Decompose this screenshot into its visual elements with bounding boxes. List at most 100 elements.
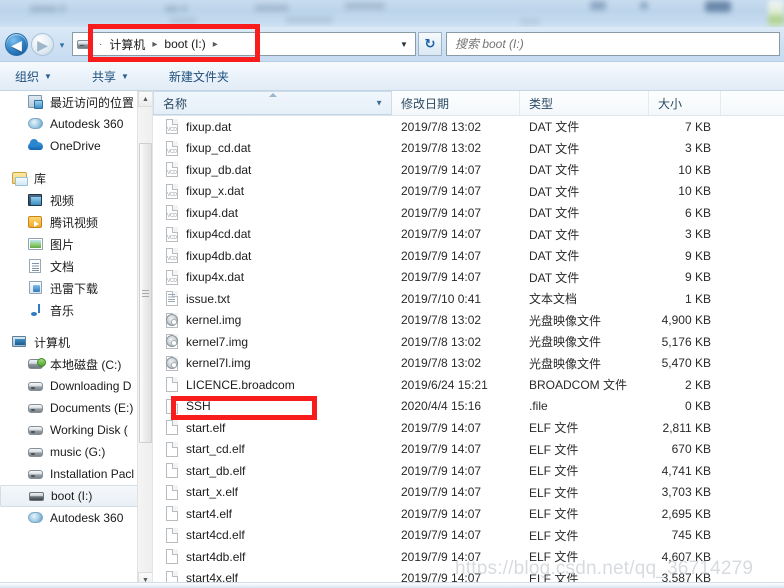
organize-button[interactable]: 组织 ▼ [6,65,61,87]
recent-pages-dropdown[interactable]: ▾ [56,39,68,51]
dat-file-icon: VCD [165,140,179,157]
file-size-cell: 10 KB [678,184,711,199]
sidebar-item-installation-pacl[interactable]: Installation Pacl [0,463,152,485]
file-name-cell: LICENCE.broadcom [153,376,392,393]
table-row[interactable]: kernel7l.img 2019/7/8 13:02 光盘映像文件 5,470 KB [153,353,784,375]
table-row[interactable]: VCD fixup4db.dat 2019/7/9 14:07 DAT 文件 9 KB [153,245,784,267]
search-input[interactable] [447,33,779,55]
file-name-label: issue.txt [186,291,231,306]
sidebar-item-boot-i[interactable]: boot (I:) [0,485,140,507]
sidebar-item-[interactable]: 视频 [0,189,152,211]
file-size-cell: 2,695 KB [661,506,711,521]
column-header-name[interactable]: 名称 ▼ [153,91,392,115]
generic-file-icon [165,398,179,415]
table-row[interactable]: start4cd.elf 2019/7/9 14:07 ELF 文件 745 KB [153,525,784,547]
file-name-cell: kernel7.img [153,333,392,350]
autodesk-cloud-icon [28,116,44,132]
generic-file-icon [165,441,179,458]
file-name-label: kernel7l.img [186,356,251,371]
sidebar-item-music-g[interactable]: music (G:) [0,441,152,463]
address-history-dropdown[interactable]: ▼ [393,33,415,55]
sidebar-item-[interactable]: 音乐 [0,299,152,321]
sidebar-item-[interactable]: 文档 [0,255,152,277]
column-header-row: 名称 ▼ 修改日期 类型 大小 [153,91,784,116]
table-row[interactable]: issue.txt 2019/7/10 0:41 文本文档 1 KB [153,288,784,310]
breadcrumb-sep-2[interactable]: ▸ [209,39,222,50]
file-name-cell: start_x.elf [153,484,392,501]
table-row[interactable]: VCD fixup_cd.dat 2019/7/8 13:02 DAT 文件 3 KB [153,138,784,160]
file-name-label: LICENCE.broadcom [186,377,295,392]
sidebar-item-onedrive[interactable]: OneDrive [0,135,152,157]
dat-file-icon: VCD [165,247,179,264]
sidebar-item-[interactable]: 库 [0,167,152,189]
table-row[interactable]: VCD fixup_x.dat 2019/7/9 14:07 DAT 文件 10 KB [153,181,784,203]
refresh-button[interactable]: ↻ [418,32,442,56]
sidebar-item-[interactable]: 图片 [0,233,152,255]
navigation-scrollbar[interactable]: ▲ ▼ [137,91,152,588]
table-row[interactable]: VCD fixup.dat 2019/7/8 13:02 DAT 文件 7 KB [153,116,784,138]
column-header-type[interactable]: 类型 [520,91,649,115]
bg-blur-dot-3 [640,2,648,9]
table-row[interactable]: VCD fixup4x.dat 2019/7/9 14:07 DAT 文件 9 KB [153,267,784,289]
address-bar-row: ◀ ▶ ▾ · 计算机 ▸ boot (I:) ▸ ▼ ↻ [0,27,784,62]
table-row[interactable]: SSH 2020/4/4 15:16 .file 0 KB [153,396,784,418]
table-row[interactable]: start4.elf 2019/7/9 14:07 ELF 文件 2,695 KB [153,503,784,525]
table-row[interactable]: start_x.elf 2019/7/9 14:07 ELF 文件 3,703 KB [153,482,784,504]
table-row[interactable]: start_cd.elf 2019/7/9 14:07 ELF 文件 670 KB [153,439,784,461]
file-size-cell: 5,176 KB [661,334,711,349]
file-name-label: start4db.elf [186,549,246,564]
file-type-cell: DAT 文件 [529,120,580,135]
breadcrumb-boot-drive[interactable]: boot (I:) [161,35,208,53]
file-name-cell: VCD fixup4.dat [153,204,392,221]
table-row[interactable]: VCD fixup4.dat 2019/7/9 14:07 DAT 文件 6 KB [153,202,784,224]
hard-drive-icon [28,422,44,438]
table-row[interactable]: start_db.elf 2019/7/9 14:07 ELF 文件 4,741 KB [153,460,784,482]
table-row[interactable]: kernel.img 2019/7/8 13:02 光盘映像文件 4,900 KB [153,310,784,332]
file-size-cell: 4,741 KB [661,463,711,478]
table-row[interactable]: VCD fixup_db.dat 2019/7/9 14:07 DAT 文件 10 KB [153,159,784,181]
column-header-size[interactable]: 大小 [649,91,721,115]
dat-file-icon: VCD [165,226,179,243]
sidebar-item-downloading-d[interactable]: Downloading D [0,375,152,397]
bg-blur-label-4: ●●●●●● [345,0,385,12]
sidebar-item-[interactable]: 最近访问的位置 [0,91,152,113]
sidebar-item-working-disk[interactable]: Working Disk ( [0,419,152,441]
file-date-cell: 2019/7/10 0:41 [401,291,482,306]
sidebar-item-documents-e[interactable]: Documents (E:) [0,397,152,419]
sidebar-item-autodesk-360[interactable]: Autodesk 360 [0,507,152,529]
breadcrumb-sep-1[interactable]: ▸ [148,39,161,50]
onedrive-cloud-icon [28,138,44,154]
new-folder-label: 新建文件夹 [168,69,229,84]
search-box[interactable] [446,32,780,56]
dat-file-icon: VCD [165,183,179,200]
new-folder-button[interactable]: 新建文件夹 [160,65,238,87]
scroll-up-button[interactable]: ▲ [138,91,152,107]
back-button[interactable]: ◀ [5,33,28,56]
file-date-cell: 2019/7/8 13:02 [401,313,482,328]
file-name-cell: VCD fixup_cd.dat [153,140,392,157]
breadcrumb-computer[interactable]: 计算机 [106,34,148,55]
sidebar-item-autodesk-360[interactable]: Autodesk 360 [0,113,152,135]
file-name-cell: VCD fixup.dat [153,118,392,135]
column-filter-icon[interactable]: ▼ [375,99,383,108]
sidebar-item-[interactable]: 迅雷下载 [0,277,152,299]
address-bar[interactable]: · 计算机 ▸ boot (I:) ▸ ▼ [72,32,416,56]
sidebar-item-c[interactable]: 本地磁盘 (C:) [0,353,152,375]
file-size-cell: 4,607 KB [661,549,711,564]
sidebar-item-[interactable]: 腾讯视频 [0,211,152,233]
bg-blur-label-2: ●● ▾ [165,3,187,15]
file-size-cell: 9 KB [684,270,711,285]
sidebar-item-[interactable]: 计算机 [0,331,152,353]
table-row[interactable]: kernel7.img 2019/7/8 13:02 光盘映像文件 5,176 KB [153,331,784,353]
table-row[interactable]: VCD fixup4cd.dat 2019/7/9 14:07 DAT 文件 3 KB [153,224,784,246]
share-button[interactable]: 共享 ▼ [83,65,138,87]
forward-button[interactable]: ▶ [31,33,54,56]
table-row[interactable]: LICENCE.broadcom 2019/6/24 15:21 BROADCOM … [153,374,784,396]
table-row[interactable]: start.elf 2019/7/9 14:07 ELF 文件 2,811 KB [153,417,784,439]
scrollbar-thumb[interactable] [139,143,152,443]
file-date-cell: 2019/7/8 13:02 [401,356,482,371]
table-row[interactable]: start4db.elf 2019/7/9 14:07 ELF 文件 4,607 KB [153,546,784,568]
file-date-cell: 2019/7/9 14:07 [401,227,482,242]
column-header-date[interactable]: 修改日期 [392,91,520,115]
file-name-cell: SSH [153,398,392,415]
